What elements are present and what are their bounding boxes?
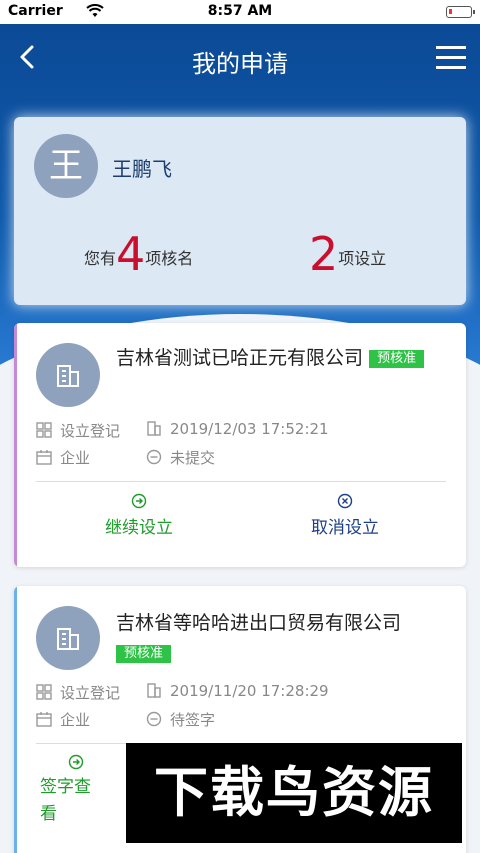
submit-date-text: 2019/12/03 17:52:21 [170,420,329,438]
entity-category-text: 企业 [60,449,91,467]
watermark-overlay: 下载鸟资源 [126,743,462,843]
core-name-count[interactable]: 您有4项核名 [84,227,193,281]
submit-date: 2019/12/03 17:52:21 [146,420,329,438]
divider [36,743,136,744]
menu-icon[interactable] [436,44,466,72]
minus-circle-icon [146,711,162,727]
continue-setup-button[interactable]: 继续设立 [84,493,194,538]
registration-type: 设立登记 [36,682,120,703]
building-icon [36,343,100,407]
user-name: 王鹏飞 [112,157,172,181]
arrow-circle-icon [68,754,84,770]
registration-type: 设立登记 [36,420,120,441]
building-small-icon [147,421,161,436]
status-badge: 预核准 [369,350,425,368]
nav-bar: 我的申请 [0,24,480,94]
company-name: 吉林省等哈哈进出口贸易有限公司 预核准 [116,608,446,668]
entity-category: 企业 [36,709,90,730]
grid-icon [36,684,52,700]
avatar: 王 [34,134,98,198]
registration-type-text: 设立登记 [60,422,121,440]
calendar-icon [36,450,52,465]
user-summary-card: 王 王鹏飞 您有4项核名 2项设立 [14,117,466,305]
submission-status-text: 未提交 [170,449,216,467]
building-small-icon [147,683,161,698]
submit-date-text: 2019/11/20 17:28:29 [170,682,329,700]
sign-view-label: 签字查看 [40,777,91,824]
entity-category-text: 企业 [60,711,91,729]
request-card[interactable]: 吉林省测试已哈正元有限公司 预核准 设立登记 2019/12/03 17:52:… [14,323,466,567]
registration-type-text: 设立登记 [60,684,121,702]
clock: 8:57 AM [207,3,273,19]
submission-status-text: 待签字 [170,711,216,729]
setup-count[interactable]: 2项设立 [309,227,386,281]
submit-date: 2019/11/20 17:28:29 [146,682,329,700]
submission-status: 待签字 [146,709,215,730]
core-name-prefix: 您有 [84,249,117,268]
battery-icon [446,6,475,18]
company-name-text: 吉林省等哈哈进出口贸易有限公司 [116,612,402,634]
minus-circle-icon [146,449,162,465]
status-badge: 预核准 [116,645,172,663]
core-name-suffix: 项核名 [145,249,194,268]
arrow-circle-icon [131,493,147,509]
company-name: 吉林省测试已哈正元有限公司 预核准 [116,343,446,373]
entity-category: 企业 [36,447,90,468]
building-icon [36,606,100,670]
submission-status: 未提交 [146,447,215,468]
close-circle-icon [337,493,353,509]
divider [36,481,446,482]
status-bar: Carrier 8:57 AM [0,0,480,24]
sign-view-button[interactable]: 签字查看 [40,754,106,828]
calendar-icon [36,712,52,727]
company-name-text: 吉林省测试已哈正元有限公司 [116,347,364,369]
core-name-number: 4 [116,227,146,281]
setup-number: 2 [309,227,339,281]
page-title: 我的申请 [192,50,288,78]
cancel-setup-button[interactable]: 取消设立 [290,493,400,538]
setup-suffix: 项设立 [338,249,387,268]
grid-icon [36,422,52,438]
continue-setup-label: 继续设立 [105,518,173,538]
cancel-setup-label: 取消设立 [311,518,379,538]
